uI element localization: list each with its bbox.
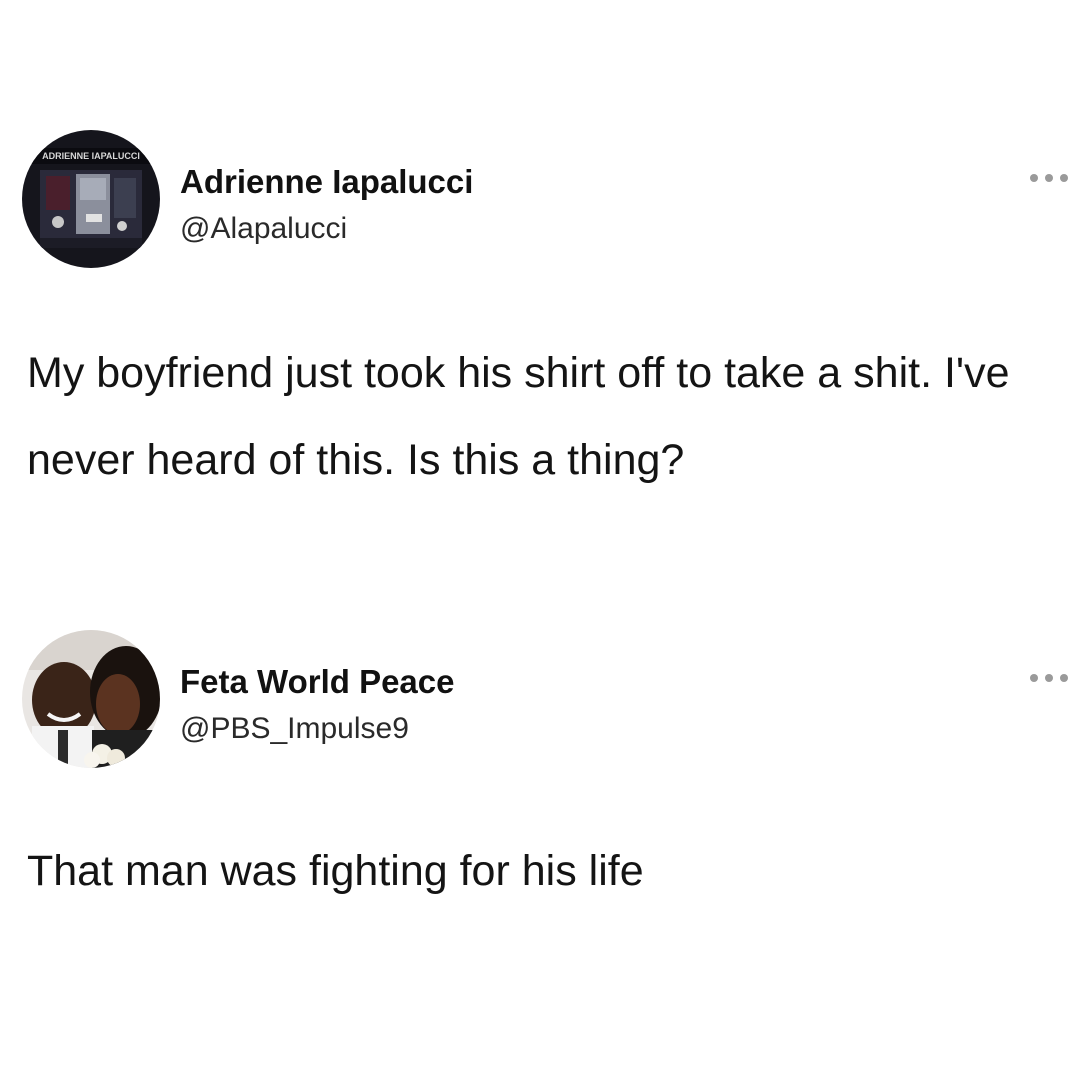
author-handle[interactable]: @Alapalucci (180, 210, 347, 248)
author-handle[interactable]: @PBS_Impulse9 (180, 710, 409, 748)
author-name[interactable]: Feta World Peace (180, 662, 455, 702)
tweet-text: That man was fighting for his life (27, 847, 644, 895)
author-name[interactable]: Adrienne Iapalucci (180, 162, 473, 202)
avatar[interactable] (22, 630, 160, 768)
tweet-text: My boyfriend just took his shirt off to … (27, 349, 1010, 484)
avatar-lettering: ADRIENNE IAPALUCCI (42, 151, 140, 161)
avatar[interactable]: ADRIENNE IAPALUCCI (22, 130, 160, 268)
more-horizontal-icon[interactable] (1028, 670, 1074, 686)
more-horizontal-icon[interactable] (1028, 170, 1074, 186)
